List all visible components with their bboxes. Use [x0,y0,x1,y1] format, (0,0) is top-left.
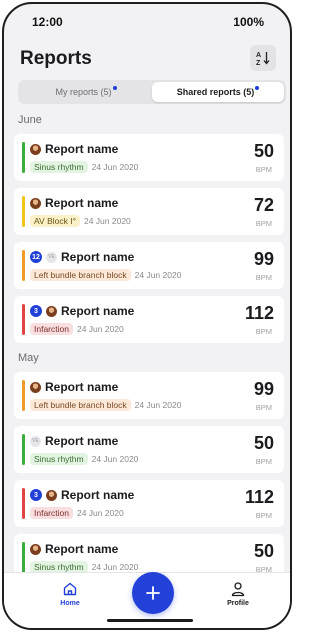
report-date: 24 Jun 2020 [134,400,182,410]
tab-home-label: Home [60,600,80,607]
report-date: 24 Jun 2020 [91,454,139,464]
status-accent-bar [22,142,25,173]
status-accent-bar [22,196,25,227]
report-name: Report name [61,250,135,264]
avatar [30,381,41,393]
avatar-initials: VE [46,251,57,263]
diagnosis-tag: Left bundle branch block [30,269,131,281]
report-tabs: My reports (5) Shared reports (5) [18,80,286,104]
sort-az-icon: A Z [256,52,270,66]
diagnosis-tag: AV Block I° [30,215,80,227]
report-name: Report name [45,434,119,448]
status-battery: 100% [233,15,264,29]
bpm-value: 99 [253,379,274,399]
tab-home[interactable]: Home [40,581,100,607]
report-date: 24 Jun 2020 [83,216,131,226]
tab-profile[interactable]: Profile [208,581,268,607]
svg-text:A: A [256,52,261,59]
avatar [30,197,41,209]
bpm-unit: BPM [255,457,272,466]
notification-dot [255,86,260,90]
report-card[interactable]: 3 Report name Infarction 24 Jun 2020 112 BPM [14,296,284,343]
status-bar: 12:00 100% [4,4,290,40]
bpm-value: 99 [253,249,274,269]
bpm-value: 112 [244,487,274,507]
status-accent-bar [22,304,25,335]
report-date: 24 Jun 2020 [134,270,182,280]
report-name: Report name [45,196,119,210]
bpm-unit: BPM [255,511,272,520]
bpm-unit: BPM [255,273,272,282]
count-badge: 3 [30,305,42,317]
bpm-value: 50 [253,433,274,453]
report-date: 24 Jun 2020 [91,562,139,572]
report-date: 24 Jun 2020 [76,324,124,334]
plus-icon [146,586,160,600]
status-accent-bar [22,542,25,573]
notification-dot [112,86,117,90]
phone-frame: 12:00 100% Reports A Z My reports (5) Sh… [2,2,292,630]
report-card[interactable]: 3 Report name Infarction 24 Jun 2020 112 BPM [14,480,284,527]
profile-icon [231,582,245,597]
sort-button[interactable]: A Z [250,45,276,71]
tab-shared-reports[interactable]: Shared reports (5) [152,82,284,102]
bpm-unit: BPM [255,327,272,336]
bpm-value: 112 [244,303,274,323]
home-indicator [107,619,193,622]
diagnosis-tag: Infarction [30,507,73,519]
count-badge: 12 [30,251,42,263]
report-list[interactable]: June Report name Sinus rhythm 24 Jun 2020 50… [4,108,290,578]
tab-my-reports-label: My reports (5) [55,87,112,97]
tab-shared-reports-label: Shared reports (5) [176,87,255,97]
bpm-unit: BPM [255,219,272,228]
home-icon [63,582,77,596]
section-title: May [18,352,39,364]
count-badge: 3 [30,489,42,501]
report-card[interactable]: Report name Sinus rhythm 24 Jun 2020 50 BPM [14,134,284,181]
report-card[interactable]: VE Report name Sinus rhythm 24 Jun 2020 50 BP… [14,426,284,473]
avatar-initials: VE [30,435,41,447]
add-report-button[interactable] [132,572,174,614]
svg-text:Z: Z [256,60,261,66]
tab-profile-label: Profile [227,600,249,607]
status-accent-bar [22,250,25,281]
bpm-unit: BPM [255,165,272,174]
report-name: Report name [45,542,119,556]
page-title: Reports [20,48,92,69]
avatar [46,489,57,501]
diagnosis-tag: Left bundle branch block [30,399,131,411]
avatar [30,143,41,155]
bpm-value: 50 [253,141,274,161]
report-name: Report name [45,142,119,156]
report-card[interactable]: Report name AV Block I° 24 Jun 2020 72 BPM [14,188,284,235]
report-name: Report name [61,488,135,502]
status-accent-bar [22,488,25,519]
report-card[interactable]: Report name Left bundle branch block 24 Ju… [14,372,284,419]
diagnosis-tag: Infarction [30,323,73,335]
bpm-unit: BPM [255,403,272,412]
diagnosis-tag: Sinus rhythm [30,453,88,465]
diagnosis-tag: Sinus rhythm [30,161,88,173]
report-name: Report name [45,380,119,394]
status-time: 12:00 [32,15,63,29]
status-accent-bar [22,380,25,411]
bpm-value: 72 [253,195,274,215]
report-date: 24 Jun 2020 [91,162,139,172]
avatar [46,305,57,317]
report-name: Report name [61,304,135,318]
tab-my-reports[interactable]: My reports (5) [20,82,152,102]
avatar [30,543,41,555]
section-title: June [18,114,42,126]
status-accent-bar [22,434,25,465]
report-date: 24 Jun 2020 [76,508,124,518]
header: Reports A Z [4,40,290,80]
report-card[interactable]: 12 VE Report name Left bundle branch block 2… [14,242,284,289]
bpm-value: 50 [253,541,274,561]
